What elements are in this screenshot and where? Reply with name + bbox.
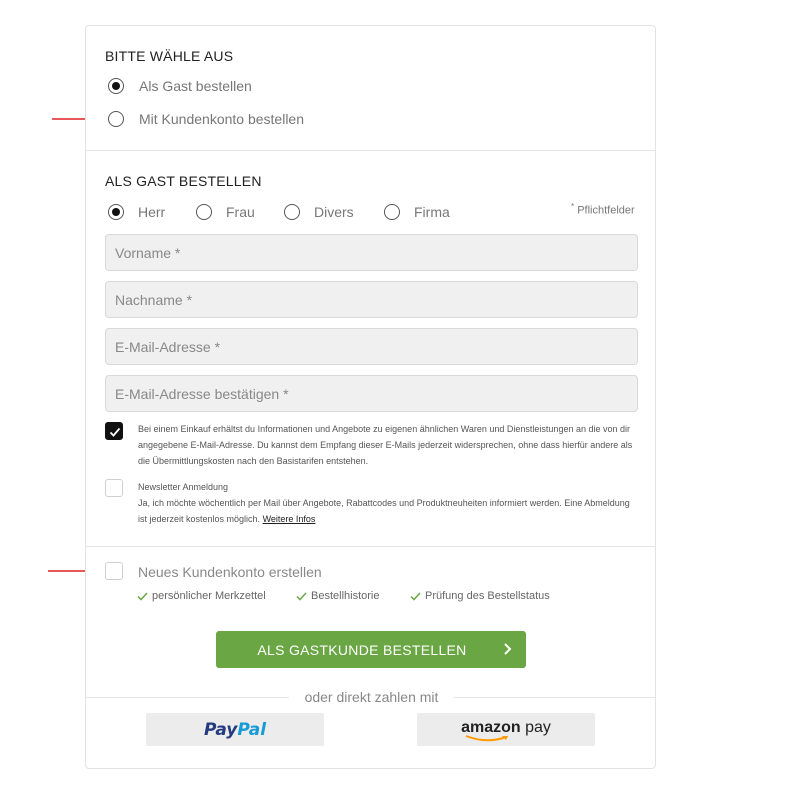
order-as-guest-label: ALS GASTKUNDE BESTELLEN [257,642,467,658]
divers-radio[interactable] [284,204,300,220]
benefit-label: Prüfung des Bestellstatus [425,590,550,602]
paypal-button[interactable]: PayPal [146,713,324,746]
newsletter-info-link[interactable]: Weitere Infos [263,514,316,524]
newsletter-block: Newsletter Anmeldung Ja, ich möchte wöch… [138,479,638,527]
salutation-firma-label: Firma [414,204,450,220]
check-icon [410,591,421,601]
salutation-divers[interactable]: Divers [284,204,354,220]
consent-checkbox[interactable] [105,422,123,440]
paypal-logo: PayPal [203,719,267,740]
new-account-label: Neues Kundenkonto erstellen [138,564,322,580]
checkmark-icon [109,427,121,437]
newsletter-title: Newsletter Anmeldung [138,482,229,492]
section-divider-2 [86,546,655,547]
frau-radio[interactable] [196,204,212,220]
option-guest[interactable]: Als Gast bestellen [108,78,252,94]
amazon-pay-logo: amazon pay [461,719,551,741]
section-divider [86,150,655,151]
check-icon [137,591,148,601]
amazon-smile-icon [465,734,509,741]
lastname-field[interactable] [105,281,638,318]
consent-text: Bei einem Einkauf erhältst du Informatio… [138,424,633,466]
salutation-firma[interactable]: Firma [384,204,450,220]
guest-radio[interactable] [108,78,124,94]
newsletter-text: Ja, ich möchte wöchentlich per Mail über… [138,498,630,524]
benefit-item: Prüfung des Bestellstatus [410,590,550,602]
chevron-right-icon [504,643,512,655]
account-radio[interactable] [108,111,124,127]
option-account-label: Mit Kundenkonto bestellen [139,111,304,127]
salutation-frau-label: Frau [226,204,255,220]
new-account-checkbox[interactable] [105,562,123,580]
firma-radio[interactable] [384,204,400,220]
benefit-item: Bestellhistorie [296,590,379,602]
check-icon [296,591,307,601]
email-field[interactable] [105,328,638,365]
newsletter-description: Ja, ich möchte wöchentlich per Mail über… [138,495,638,527]
amazon-pay-button[interactable]: amazon pay [417,713,595,746]
salutation-divers-label: Divers [314,204,354,220]
firstname-field[interactable] [105,234,638,271]
guest-section-title: ALS GAST BESTELLEN [105,173,262,189]
benefit-label: persönlicher Merkzettel [152,590,266,602]
herr-radio[interactable] [108,204,124,220]
benefit-item: persönlicher Merkzettel [137,590,266,602]
salutation-frau[interactable]: Frau [196,204,255,220]
direct-pay-label: oder direkt zahlen mit [289,689,454,705]
salutation-herr-label: Herr [138,204,166,220]
required-note: * Pflichtfelder [571,202,635,217]
required-note-text: Pflichtfelder [577,204,635,217]
option-account[interactable]: Mit Kundenkonto bestellen [108,111,304,127]
salutation-herr[interactable]: Herr [108,204,165,220]
required-marker: * [571,202,575,211]
benefit-label: Bestellhistorie [311,590,380,602]
checkout-card: BITTE WÄHLE AUS Als Gast bestellen Mit K… [85,25,656,769]
option-guest-label: Als Gast bestellen [139,78,252,94]
choose-section-title: BITTE WÄHLE AUS [105,48,234,64]
email-confirm-field[interactable] [105,375,638,412]
newsletter-checkbox[interactable] [105,479,123,497]
order-as-guest-button[interactable]: ALS GASTKUNDE BESTELLEN [216,631,526,668]
